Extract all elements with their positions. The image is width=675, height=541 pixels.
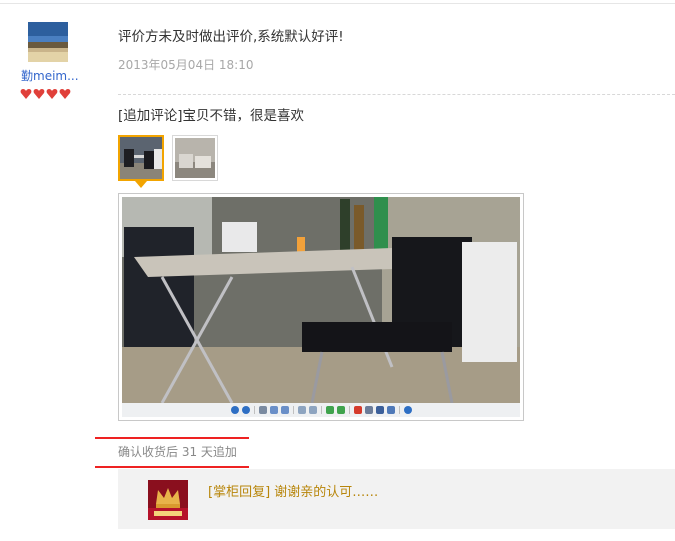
viewer-photo-dining-table[interactable]: [122, 197, 520, 403]
thumbnail-sofa-bed[interactable]: [172, 135, 218, 181]
reviewer-avatar[interactable]: [28, 22, 68, 62]
next-icon[interactable]: [241, 406, 250, 414]
highlight-underline-bottom: [95, 466, 249, 468]
save-icon[interactable]: [364, 406, 373, 414]
rotate-right-icon[interactable]: [280, 406, 289, 414]
toolbar-divider: [320, 406, 322, 414]
toolbar-divider: [292, 406, 294, 414]
dining-table-photo-icon: [120, 137, 162, 179]
review-text: 评价方未及时做出评价,系统默认好评!: [118, 29, 344, 45]
reviewer-username[interactable]: 勤meim...: [21, 67, 91, 84]
email-icon[interactable]: [386, 406, 395, 414]
append-time-note: 确认收货后 31 天追加: [118, 445, 237, 459]
print-icon[interactable]: [375, 406, 384, 414]
toolbar-divider: [398, 406, 400, 414]
red-heart-rating-icons: [20, 85, 80, 99]
zoom-in-icon[interactable]: [297, 406, 306, 414]
chart-icon[interactable]: [325, 406, 334, 414]
thumbnail-dining-table[interactable]: [118, 135, 164, 181]
review-divider: [118, 94, 675, 95]
seller-reply-text: [掌柜回复] 谢谢亲的认可……: [208, 485, 379, 500]
viewer-toolbar: [122, 403, 520, 417]
close-icon[interactable]: [353, 406, 362, 414]
zoom-out-icon[interactable]: [308, 406, 317, 414]
highlight-underline-top: [95, 437, 249, 439]
selected-thumbnail-pointer: [135, 181, 147, 188]
seller-reply-box: [掌柜回复] 谢谢亲的认可……: [118, 469, 675, 529]
toolbar-divider: [348, 406, 350, 414]
review-date: 2013年05月04日 18:10: [118, 58, 254, 72]
rotate-left-icon[interactable]: [269, 406, 278, 414]
beach-landscape-avatar-icon: [28, 22, 68, 62]
sofa-bed-photo-icon: [175, 138, 215, 178]
info-icon[interactable]: [403, 406, 412, 414]
crown-icon: [148, 480, 188, 520]
append-review-text: [追加评论]宝贝不错，很是喜欢: [118, 108, 305, 124]
toolbar-divider: [253, 406, 255, 414]
top-divider: [0, 3, 675, 4]
fit-icon[interactable]: [258, 406, 267, 414]
image-viewer[interactable]: [118, 193, 524, 421]
shop-crown-logo: [148, 480, 188, 520]
flip-icon[interactable]: [336, 406, 345, 414]
prev-icon[interactable]: [230, 406, 239, 414]
